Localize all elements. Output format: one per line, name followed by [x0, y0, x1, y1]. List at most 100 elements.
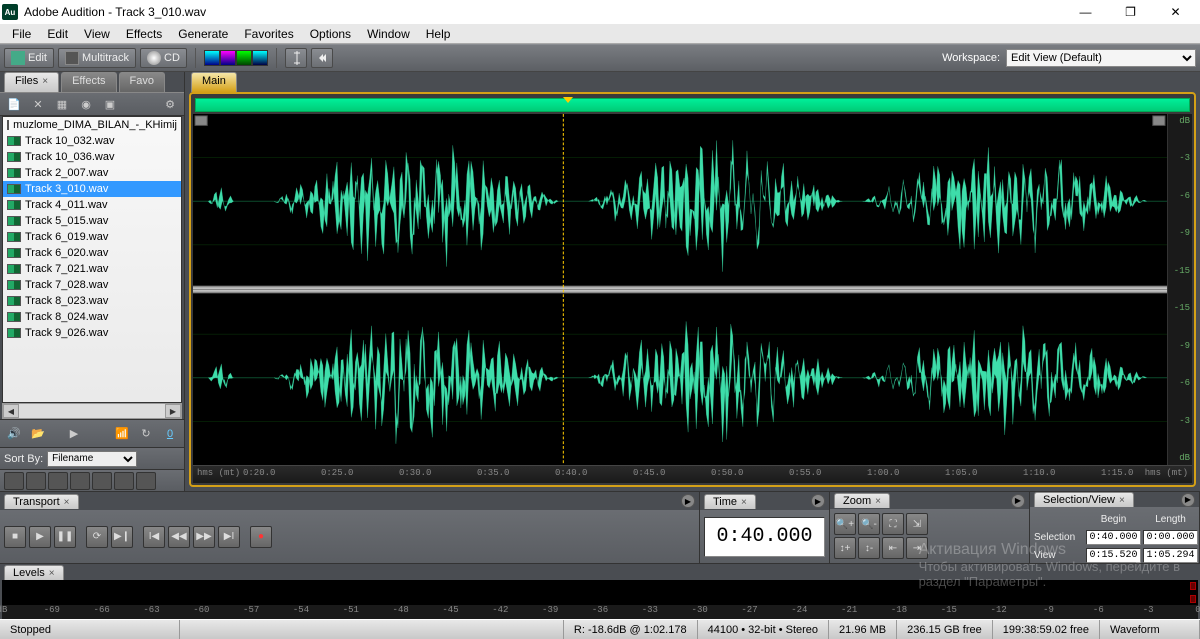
file-item[interactable]: Track 6_020.wav: [3, 245, 181, 261]
tab-zoom[interactable]: Zoom×: [834, 493, 890, 508]
view-length-field[interactable]: 1:05.294: [1143, 548, 1198, 563]
scroll-left-button[interactable]: ◀: [3, 404, 19, 418]
zoom-in-left-button[interactable]: ⇤: [882, 537, 904, 559]
file-item[interactable]: Track 9_026.wav: [3, 325, 181, 341]
tab-files[interactable]: Files×: [4, 72, 59, 92]
panel-menu-icon[interactable]: ▶: [1181, 493, 1195, 507]
view-begin-field[interactable]: 0:15.520: [1086, 548, 1141, 563]
overview-bar[interactable]: [195, 98, 1190, 112]
preview-play-button[interactable]: ▶: [64, 425, 84, 443]
show-other-button[interactable]: [136, 472, 156, 490]
pause-button[interactable]: ❚❚: [54, 526, 76, 548]
stop-button[interactable]: ■: [4, 526, 26, 548]
view-spectral-freq-button[interactable]: [220, 50, 236, 66]
insert-multitrack-button[interactable]: ▦: [52, 95, 72, 113]
sort-by-select[interactable]: Filename: [47, 451, 137, 467]
tool-time-select-button[interactable]: [285, 48, 307, 68]
panel-options-button[interactable]: ⚙: [160, 95, 180, 113]
play-to-end-button[interactable]: ▶❙: [111, 526, 133, 548]
forward-button[interactable]: ▶▶: [193, 526, 215, 548]
tab-main[interactable]: Main: [191, 72, 237, 92]
zoom-out-v-button[interactable]: ↕-: [858, 537, 880, 559]
file-item[interactable]: Track 8_024.wav: [3, 309, 181, 325]
waveform-display[interactable]: [193, 114, 1168, 465]
scroll-right-button[interactable]: ▶: [165, 404, 181, 418]
open-file-button[interactable]: 📂: [28, 425, 48, 443]
autoplay-button[interactable]: 📶: [112, 425, 132, 443]
clip-indicator-r[interactable]: [1190, 582, 1196, 590]
mode-cd-button[interactable]: CD: [140, 48, 187, 68]
zoom-out-h-button[interactable]: 🔍-: [858, 513, 880, 535]
view-spectral-pan-button[interactable]: [236, 50, 252, 66]
workspace-select[interactable]: Edit View (Default): [1006, 49, 1196, 67]
window-maximize-button[interactable]: ❐: [1108, 0, 1153, 24]
tab-transport[interactable]: Transport×: [4, 494, 79, 509]
menu-favorites[interactable]: Favorites: [236, 25, 301, 43]
view-spectral-phase-button[interactable]: [252, 50, 268, 66]
file-item[interactable]: Track 8_023.wav: [3, 293, 181, 309]
tab-selection-view[interactable]: Selection/View×: [1034, 492, 1134, 507]
file-item[interactable]: Track 2_007.wav: [3, 165, 181, 181]
menu-help[interactable]: Help: [418, 25, 459, 43]
autoplay-duration[interactable]: 0: [160, 425, 180, 443]
mode-edit-button[interactable]: Edit: [4, 48, 54, 68]
clip-indicator-l[interactable]: [1190, 595, 1196, 603]
file-item[interactable]: Track 10_036.wav: [3, 149, 181, 165]
file-item[interactable]: Track 10_032.wav: [3, 133, 181, 149]
file-list[interactable]: muzlome_DIMA_BILAN_-_KHimijTrack 10_032.…: [2, 116, 182, 403]
menu-generate[interactable]: Generate: [170, 25, 236, 43]
import-file-button[interactable]: 📄: [4, 95, 24, 113]
panel-menu-icon[interactable]: ▶: [811, 494, 825, 508]
insert-cd-button[interactable]: ◉: [76, 95, 96, 113]
menu-window[interactable]: Window: [359, 25, 418, 43]
menu-view[interactable]: View: [76, 25, 118, 43]
edit-file-button[interactable]: ▣: [100, 95, 120, 113]
record-button[interactable]: ●: [250, 526, 272, 548]
menu-file[interactable]: File: [4, 25, 39, 43]
go-end-button[interactable]: ▶I: [218, 526, 240, 548]
file-list-hscroll[interactable]: ◀ ▶: [2, 403, 182, 419]
file-item[interactable]: Track 4_011.wav: [3, 197, 181, 213]
close-file-button[interactable]: ✕: [28, 95, 48, 113]
zoom-in-right-button[interactable]: ⇥: [906, 537, 928, 559]
show-audio-button[interactable]: [70, 472, 90, 490]
panel-menu-icon[interactable]: ▶: [681, 494, 695, 508]
file-item[interactable]: Track 7_028.wav: [3, 277, 181, 293]
play-looped-button[interactable]: ⟳: [86, 526, 108, 548]
selection-length-field[interactable]: 0:00.000: [1143, 530, 1198, 545]
timeline-ruler[interactable]: hms (mt)0:20.00:25.00:30.00:35.00:40.00:…: [193, 465, 1192, 483]
show-video-button[interactable]: [92, 472, 112, 490]
show-midi-button[interactable]: [114, 472, 134, 490]
show-markers-button[interactable]: [48, 472, 68, 490]
zoom-in-v-button[interactable]: ↕+: [834, 537, 856, 559]
close-icon[interactable]: ×: [42, 76, 48, 87]
window-minimize-button[interactable]: —: [1063, 0, 1108, 24]
menu-edit[interactable]: Edit: [39, 25, 76, 43]
tab-time[interactable]: Time×: [704, 494, 756, 509]
file-item[interactable]: Track 6_019.wav: [3, 229, 181, 245]
go-start-button[interactable]: I◀: [143, 526, 165, 548]
selection-begin-field[interactable]: 0:40.000: [1086, 530, 1141, 545]
view-waveform-button[interactable]: [204, 50, 220, 66]
full-path-button[interactable]: [26, 472, 46, 490]
rewind-button[interactable]: ◀◀: [168, 526, 190, 548]
time-display[interactable]: 0:40.000: [704, 517, 825, 557]
loop-button[interactable]: ↻: [136, 425, 156, 443]
play-button[interactable]: ▶: [29, 526, 51, 548]
file-item[interactable]: Track 5_015.wav: [3, 213, 181, 229]
file-item[interactable]: muzlome_DIMA_BILAN_-_KHimij: [3, 117, 181, 133]
panel-menu-icon[interactable]: ▶: [1011, 494, 1025, 508]
zoom-in-h-button[interactable]: 🔍+: [834, 513, 856, 535]
volume-button[interactable]: 🔊: [4, 425, 24, 443]
show-options-button[interactable]: [4, 472, 24, 490]
zoom-selection-button[interactable]: ⇲: [906, 513, 928, 535]
tool-scrub-button[interactable]: [311, 48, 333, 68]
menu-options[interactable]: Options: [302, 25, 359, 43]
tab-favorites[interactable]: Favo: [119, 72, 165, 92]
menu-effects[interactable]: Effects: [118, 25, 170, 43]
zoom-full-button[interactable]: ⛶: [882, 513, 904, 535]
window-close-button[interactable]: ✕: [1153, 0, 1198, 24]
tab-levels[interactable]: Levels×: [4, 565, 64, 580]
file-item[interactable]: Track 7_021.wav: [3, 261, 181, 277]
level-meter[interactable]: [2, 580, 1198, 605]
